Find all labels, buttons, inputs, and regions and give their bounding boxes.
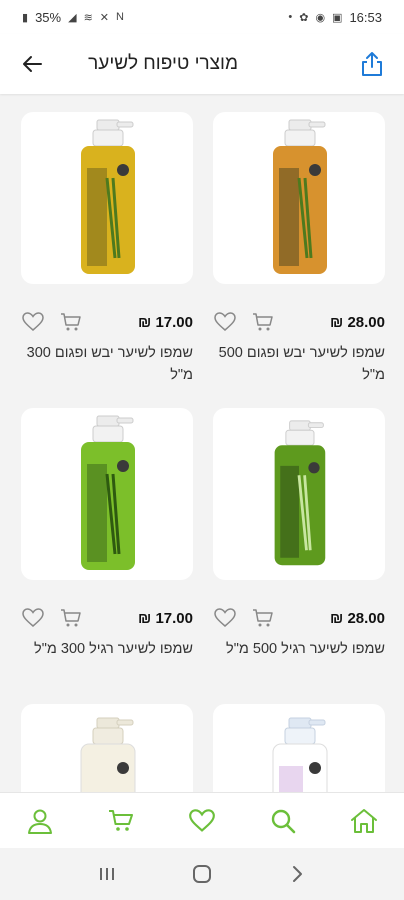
card-actions <box>21 606 83 630</box>
product-card[interactable] <box>21 704 193 792</box>
chevron-right-icon <box>292 866 302 882</box>
wifi-icon: ≋ <box>83 11 93 24</box>
shampoo-bottle-icon <box>273 119 327 274</box>
clock: 16:53 <box>349 9 382 25</box>
bottom-navigation <box>0 792 404 848</box>
arrow-left-icon <box>23 56 42 72</box>
user-icon <box>28 809 53 834</box>
mute-icon: ✕ <box>99 11 109 24</box>
wishlist-button[interactable] <box>213 606 237 630</box>
status-left: ▮ 35% ◢ ≋ ✕ N <box>22 10 124 25</box>
card-actions <box>213 310 275 334</box>
product-name[interactable]: שמפו לשיער רגיל 300 מ"ל <box>21 638 193 660</box>
product-image[interactable] <box>21 704 193 792</box>
product-image[interactable] <box>213 408 385 580</box>
product-price: 17.00 ₪ <box>138 313 193 331</box>
page-title: מוצרי טיפוח לשיער <box>88 53 238 74</box>
card-actions <box>213 606 275 630</box>
product-name[interactable]: שמפו לשיער יבש ופגום 300 מ"ל <box>21 342 193 386</box>
settings-icon: ✿ <box>299 11 309 24</box>
wishlist-button[interactable] <box>21 310 45 334</box>
product-name[interactable]: שמפו לשיער יבש ופגום 500 מ"ל <box>213 342 385 386</box>
shampoo-bottle-icon <box>80 717 136 792</box>
battery-level: 35% <box>35 9 62 25</box>
wishlist-button[interactable] <box>21 606 45 630</box>
cart-icon <box>61 313 81 331</box>
heart-icon <box>214 312 236 331</box>
add-to-cart-button[interactable] <box>59 606 83 630</box>
product-image[interactable] <box>213 704 385 792</box>
nav-profile[interactable] <box>20 801 60 841</box>
product-grid: 28.00 ₪ שמפו לשיער יבש ופגום 500 מ"ל 17.… <box>0 94 404 792</box>
home-circle-icon <box>192 865 211 883</box>
card-actions <box>21 310 83 334</box>
cart-icon <box>253 313 273 331</box>
back-nav-button[interactable] <box>277 859 317 889</box>
recent-apps-icon <box>100 868 115 880</box>
product-price: 28.00 ₪ <box>330 313 385 331</box>
nav-favorites[interactable] <box>182 801 222 841</box>
shampoo-bottle-icon <box>81 119 135 274</box>
nav-cart[interactable] <box>101 801 141 841</box>
heart-icon <box>189 808 215 832</box>
nav-home[interactable] <box>344 801 384 841</box>
product-name[interactable]: שמפו לשיער רגיל 500 מ"ל <box>213 638 385 660</box>
dot-icon: • <box>288 11 293 23</box>
shampoo-bottle-icon <box>272 717 328 792</box>
share-icon <box>362 52 382 76</box>
shampoo-bottle-icon <box>274 420 326 566</box>
battery-icon: ▮ <box>22 11 29 24</box>
product-card[interactable]: 17.00 ₪ שמפו לשיער יבש ופגום 300 מ"ל <box>21 112 193 386</box>
add-to-cart-button[interactable] <box>251 310 275 334</box>
product-price: 28.00 ₪ <box>330 609 385 627</box>
product-card[interactable] <box>213 704 385 792</box>
cart-icon <box>253 609 273 627</box>
app-bar: מוצרי טיפוח לשיער <box>0 34 404 94</box>
product-image[interactable] <box>21 112 193 284</box>
nav-search[interactable] <box>263 801 303 841</box>
signal-icon: ◢ <box>68 11 77 24</box>
product-card[interactable]: 28.00 ₪ שמפו לשיער יבש ופגום 500 מ"ל <box>213 112 385 386</box>
status-bar: ▮ 35% ◢ ≋ ✕ N • ✿ ◉ ▣ 16:53 <box>0 0 404 34</box>
product-card[interactable]: 17.00 ₪ שמפו לשיער רגיל 300 מ"ל <box>21 408 193 660</box>
add-to-cart-button[interactable] <box>251 606 275 630</box>
shampoo-bottle-icon <box>81 415 135 570</box>
home-button[interactable] <box>182 859 222 889</box>
share-button[interactable] <box>358 50 386 78</box>
status-right: • ✿ ◉ ▣ 16:53 <box>288 10 382 25</box>
back-button[interactable] <box>18 50 46 78</box>
product-card[interactable]: 28.00 ₪ שמפו לשיער רגיל 500 מ"ל <box>213 408 385 660</box>
nfc-icon: N <box>116 11 124 23</box>
heart-icon <box>22 312 44 331</box>
add-to-cart-button[interactable] <box>59 310 83 334</box>
system-navigation <box>0 848 404 900</box>
heart-icon <box>214 608 236 627</box>
app-notification-icon: ◉ <box>315 11 326 24</box>
wishlist-button[interactable] <box>213 310 237 334</box>
cart-icon <box>109 809 134 831</box>
cart-icon <box>61 609 81 627</box>
recent-apps-button[interactable] <box>87 859 127 889</box>
gallery-icon: ▣ <box>332 11 343 24</box>
product-image[interactable] <box>213 112 385 284</box>
product-price: 17.00 ₪ <box>138 609 193 627</box>
home-icon <box>350 808 377 833</box>
heart-icon <box>22 608 44 627</box>
search-icon <box>271 809 296 833</box>
product-image[interactable] <box>21 408 193 580</box>
